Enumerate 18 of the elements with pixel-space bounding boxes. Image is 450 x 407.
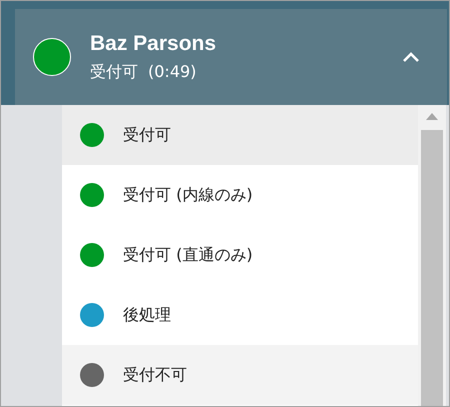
- option-label: 後処理: [123, 304, 171, 326]
- status-option[interactable]: 受付可 (内線のみ): [62, 165, 418, 225]
- status-text: 受付可: [90, 62, 138, 82]
- scrollbar[interactable]: [418, 105, 446, 406]
- user-name: Baz Parsons: [90, 32, 216, 56]
- scrollbar-thumb[interactable]: [421, 130, 443, 406]
- status-option[interactable]: 後処理: [62, 285, 418, 345]
- option-label: 受付可: [123, 124, 171, 146]
- option-label: 受付不可: [123, 364, 187, 386]
- status-option[interactable]: 受付可: [62, 105, 418, 165]
- chevron-up-icon[interactable]: [403, 52, 419, 62]
- status-timer: (0:49): [148, 62, 196, 82]
- status-option[interactable]: 受付可 (直通のみ): [62, 225, 418, 285]
- option-label: 受付可 (直通のみ): [123, 244, 253, 266]
- scroll-up-icon[interactable]: [426, 113, 438, 120]
- header-panel[interactable]: Baz Parsons 受付可 (0:49): [15, 9, 447, 105]
- option-label: 受付可 (内線のみ): [123, 184, 253, 206]
- status-option[interactable]: 受付不可: [62, 345, 418, 405]
